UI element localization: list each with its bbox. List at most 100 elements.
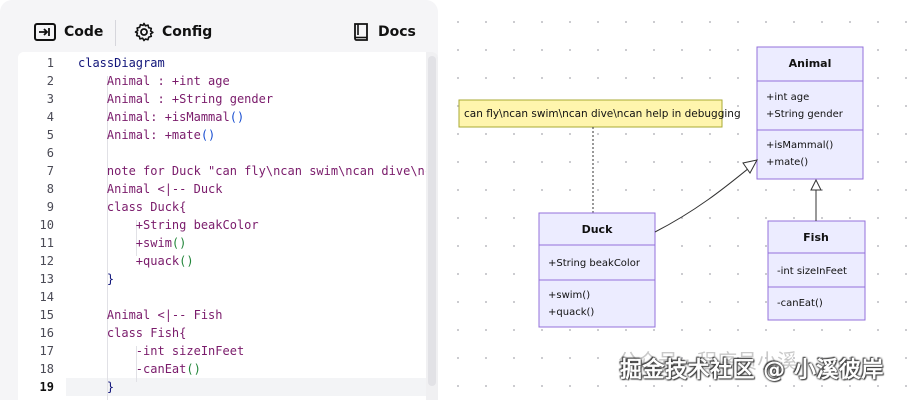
line-number: 11 [39,236,54,250]
code-token: () [200,128,216,142]
code-line: Animal: +mate() [78,126,215,144]
code-token: () [229,110,245,124]
tab-docs[interactable]: Docs [352,18,416,46]
note-box: can fly\ncan swim\ncan dive\ncan help in… [458,99,741,128]
code-token: int age [179,74,230,88]
class-fish-attr: -int sizeInFeet [777,266,847,277]
class-diagram: can fly\ncan swim\ncan dive\ncan help in… [458,46,866,328]
editor-panel: Code Config Docs 1 2 3 4 5 6 7 8 9 10 11 12 13 14 15 16… [0,0,438,400]
class-fish-name: Fish [803,231,829,244]
code-line: Animal : +int age [78,72,230,90]
code-token: isMammal [171,110,230,124]
line-number: 12 [39,254,54,268]
code-line: class Fish{ [78,324,186,342]
class-animal-method: +mate() [766,157,808,168]
line-number: 9 [46,200,54,214]
tab-code-label: Code [64,24,104,40]
tab-config[interactable]: Config [134,18,212,46]
class-animal-attr: +int age [766,92,809,103]
code-token: } [78,272,115,286]
code-line: } [78,378,114,396]
line-number: 16 [39,326,54,340]
code-line: Animal <|-- Duck [78,180,223,198]
line-number: 5 [46,128,54,142]
tab-code[interactable]: Code [34,18,103,46]
class-fish[interactable]: Fish -int sizeInFeet -canEat() [767,220,866,321]
code-line: +String beakColor [78,216,259,234]
line-number-gutter: 1 2 3 4 5 6 7 8 9 10 11 12 13 14 15 16 17 18 19 [18,52,66,400]
gear-icon [134,22,154,42]
code-token: Animal <|-- Duck [78,182,223,196]
code-token: } [78,380,115,394]
code-editor[interactable]: 1 2 3 4 5 6 7 8 9 10 11 12 13 14 15 16 17 18 19 classDiagr… [18,52,438,400]
scrollbar-vertical[interactable] [426,52,438,400]
scrollbar-thumb[interactable] [428,56,436,386]
diagram-preview[interactable]: can fly\ncan swim\ncan dive\ncan help in… [438,0,918,400]
code-token: Animal : + [78,74,180,88]
line-number: 10 [39,218,54,232]
class-animal-method: +isMammal() [766,140,833,151]
code-token: mate [171,128,201,142]
inheritance-line-duck [654,167,750,233]
class-animal[interactable]: Animal +int age +String gender +isMammal… [756,46,864,180]
code-token: () [179,254,194,268]
line-number: 3 [46,92,54,106]
code-arrow-icon [34,23,56,41]
book-icon [352,22,370,42]
line-number: 2 [46,74,54,88]
class-duck[interactable]: Duck +String beakColor +swim() +quack() [538,212,656,328]
code-line: Animal: +isMammal() [78,108,244,126]
code-line: classDiagram [78,54,165,72]
code-token: Animal: + [78,110,172,124]
code-token: () [171,236,187,250]
code-line: +swim() [78,234,187,252]
code-token: -int sizeInFeet [78,344,245,358]
code-token: classDiagram [78,56,165,70]
watermark-line2: 掘金技术社区 @ 小溪彼岸 [620,358,884,383]
line-number: 4 [46,110,54,124]
tab-docs-label: Docs [378,24,416,40]
class-duck-method: +quack() [548,307,594,318]
code-line: Animal : +String gender [78,90,273,108]
code-line: +quack() [78,252,194,270]
code-line: Animal <|-- Fish [78,306,223,324]
line-number: 7 [46,164,54,178]
code-token: Animal: + [78,128,172,142]
tab-divider [115,20,116,46]
line-number: 6 [46,146,54,160]
class-duck-attr: +String beakColor [548,258,641,269]
class-animal-name: Animal [789,57,832,70]
class-animal-attr: +String gender [766,109,844,120]
code-token: +swim [78,236,172,250]
code-token: +String beakColor [78,218,259,232]
code-token: -canEat [78,362,187,376]
code-token: note for Duck "can fly\ncan swim\ncan di… [78,164,438,178]
code-token: String gender [179,92,274,106]
line-number: 15 [39,308,54,322]
line-number: 1 [46,56,54,70]
line-number: 14 [39,290,54,304]
code-token: Animal <|-- Fish [78,308,223,322]
line-number: 18 [39,362,54,376]
note-text: can fly\ncan swim\ncan dive\ncan help in… [464,108,741,120]
code-line: } [78,270,114,288]
class-fish-method: -canEat() [777,298,823,309]
code-token: () [186,362,201,376]
line-number: 8 [46,182,54,196]
line-number: 17 [39,344,54,358]
code-line: class Duck{ [78,198,186,216]
tab-config-label: Config [162,24,213,40]
line-number: 19 [39,380,54,394]
code-token: class Duck{ [78,200,187,214]
code-line: -int sizeInFeet [78,342,244,360]
class-duck-method: +swim() [548,290,590,301]
code-token: +quack [78,254,180,268]
class-duck-name: Duck [582,223,613,236]
code-line: note for Duck "can fly\ncan swim\ncan di… [78,162,438,180]
code-token: class Fish{ [78,326,187,340]
code-token: Animal : + [78,92,180,106]
code-line: -canEat() [78,360,201,378]
editor-tabbar: Code Config Docs [0,0,438,60]
inheritance-arrowhead-fish [810,178,822,191]
line-number: 13 [39,272,54,286]
